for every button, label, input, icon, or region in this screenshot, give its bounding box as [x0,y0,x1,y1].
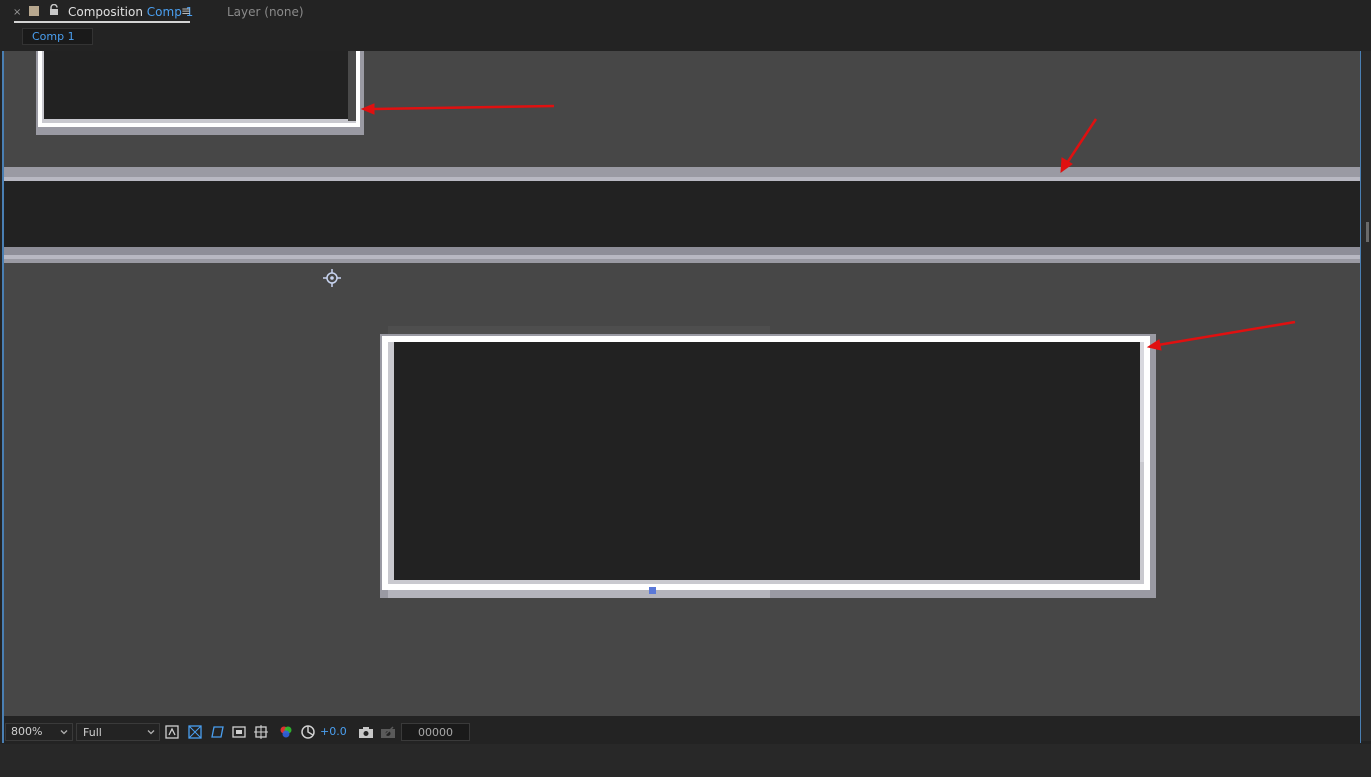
layer-tab[interactable]: Layer (none) [227,5,304,19]
resolution-value: Full [83,726,102,739]
layer-shape-top[interactable] [36,51,364,135]
composition-breadcrumb[interactable]: Comp 1 [22,28,93,45]
chevron-down-icon [60,730,68,735]
reset-exposure-icon[interactable] [300,724,316,740]
transparency-grid-icon[interactable] [209,724,225,740]
close-tab-button[interactable]: × [13,7,21,18]
panel-resize-handle[interactable] [1366,222,1369,242]
layer-shape-main[interactable] [380,326,1156,598]
anchor-point-icon[interactable] [323,269,341,287]
always-preview-icon[interactable] [164,724,180,740]
composition-tab-prefix: Composition [68,5,143,19]
label-color-swatch[interactable] [29,6,39,16]
mask-visibility-icon[interactable] [231,724,247,740]
active-tab-indicator [14,21,190,23]
guides-icon[interactable] [253,724,269,740]
composition-tab[interactable]: Composition Comp 1 [68,5,193,19]
annotation-arrow-1 [360,103,555,115]
color-channel-icon[interactable] [278,724,294,740]
magnification-value: 800% [11,725,43,738]
viewer-toolbar [4,721,1360,743]
show-snapshot-icon[interactable] [380,724,396,740]
composition-viewer[interactable] [4,51,1360,716]
magnification-dropdown[interactable]: 800% [5,723,73,741]
region-of-interest-icon[interactable] [187,724,203,740]
bottom-panel-area [0,744,1371,777]
viewer-canvas [4,51,1360,598]
exposure-value[interactable]: +0.0 [320,725,347,738]
panel-menu-icon[interactable]: ≡ [181,4,191,18]
snapshot-icon[interactable] [358,724,374,740]
layer-handle[interactable] [649,587,656,594]
layer-shape-band[interactable] [4,167,1360,263]
chevron-down-icon [147,730,155,735]
resolution-dropdown[interactable]: Full [76,723,160,741]
viewer-border-left [2,51,4,743]
annotation-arrow-2 [1060,118,1098,174]
right-panel-edge [1361,51,1371,741]
annotation-arrow-3 [1146,320,1296,351]
panel-header [0,0,1371,50]
current-time-display[interactable]: 00000 [401,723,470,741]
lock-icon[interactable] [49,4,59,16]
